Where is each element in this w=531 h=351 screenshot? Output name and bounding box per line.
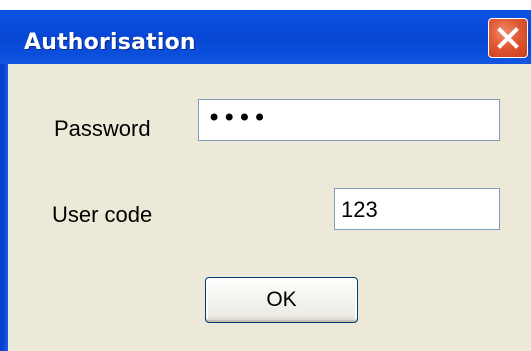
user-code-value: 123 <box>341 197 378 222</box>
close-button[interactable] <box>488 18 528 58</box>
close-icon <box>497 27 519 49</box>
ok-button-label: OK <box>266 288 297 311</box>
title-bar[interactable]: Authorisation <box>0 0 531 64</box>
ok-button[interactable]: OK <box>205 277 358 323</box>
password-field[interactable]: •••• <box>198 99 500 141</box>
user-code-field[interactable]: 123 <box>334 188 500 230</box>
desktop-strip <box>0 0 531 10</box>
window-title: Authorisation <box>24 30 196 55</box>
password-label: Password <box>54 116 151 141</box>
authorisation-dialog: Authorisation Password •••• User code 12… <box>0 0 531 351</box>
password-masked-value: •••• <box>207 104 268 132</box>
user-code-label: User code <box>52 202 153 227</box>
window-left-border <box>0 64 8 351</box>
